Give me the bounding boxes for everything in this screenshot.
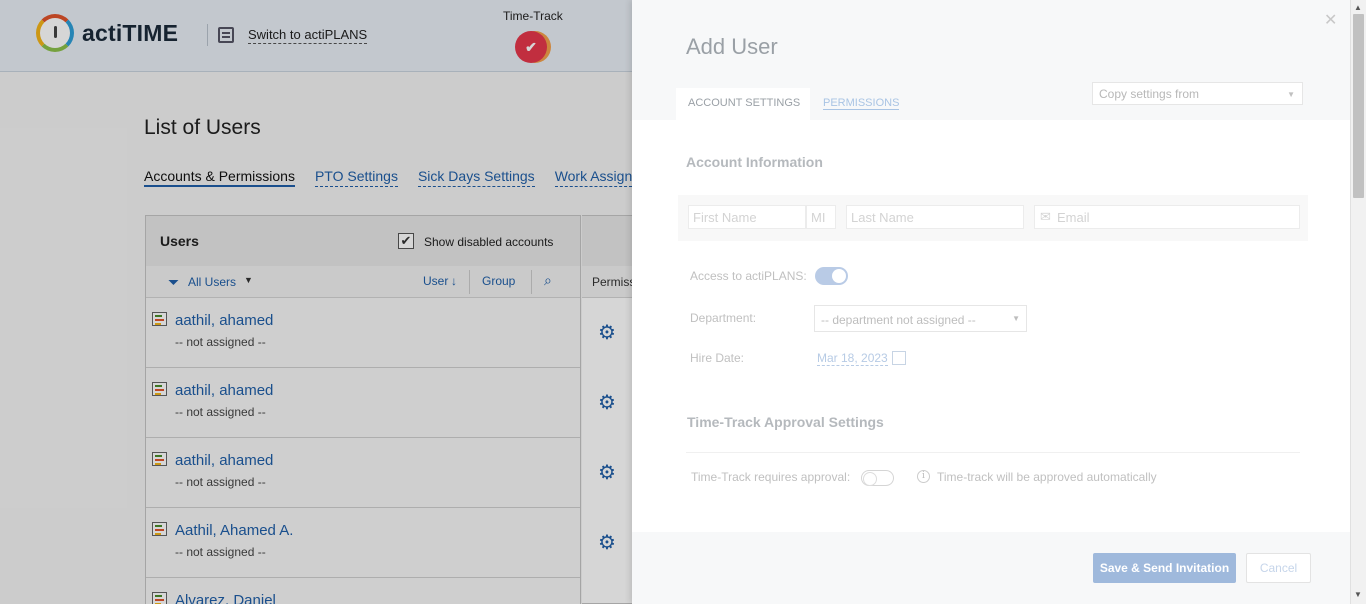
cancel-button[interactable]: Cancel	[1246, 553, 1311, 583]
add-user-panel: ✕ Add User ACCOUNT SETTINGS PERMISSIONS …	[632, 0, 1350, 604]
tab-permissions[interactable]: PERMISSIONS	[823, 97, 900, 110]
access-actiplans-toggle[interactable]	[815, 267, 848, 285]
last-name-placeholder: Last Name	[851, 210, 914, 225]
scrollbar-thumb[interactable]	[1353, 14, 1364, 198]
name-fields-row: First Name MI Last Name Email ✉	[678, 195, 1308, 241]
department-select[interactable]: -- department not assigned -- ▼	[814, 305, 1027, 332]
approval-settings-title: Time-Track Approval Settings	[687, 414, 884, 430]
first-name-placeholder: First Name	[693, 210, 757, 225]
approval-info-text: Time-track will be approved automaticall…	[937, 470, 1157, 484]
email-placeholder: Email	[1057, 210, 1090, 225]
email-field[interactable]: Email ✉	[1034, 205, 1300, 229]
tab-label: ACCOUNT SETTINGS	[688, 97, 801, 109]
middle-initial-field[interactable]: MI	[806, 205, 836, 229]
close-icon[interactable]: ✕	[1324, 10, 1337, 30]
middle-initial-placeholder: MI	[811, 210, 826, 225]
last-name-field[interactable]: Last Name	[846, 205, 1024, 229]
divider	[686, 452, 1300, 453]
scroll-up-icon[interactable]: ▲	[1354, 3, 1362, 12]
approval-required-label: Time-Track requires approval:	[691, 470, 851, 484]
tab-account-settings[interactable]: ACCOUNT SETTINGS	[676, 88, 810, 120]
vertical-scrollbar[interactable]: ▲ ▼	[1350, 0, 1366, 604]
access-actiplans-label: Access to actiPLANS:	[690, 269, 807, 283]
department-label: Department:	[690, 311, 757, 325]
copy-settings-placeholder: Copy settings from	[1099, 87, 1200, 101]
envelope-icon: ✉	[1040, 209, 1051, 224]
chevron-down-icon: ▼	[1012, 314, 1020, 323]
info-icon: i	[917, 470, 930, 483]
department-value: -- department not assigned --	[821, 313, 976, 327]
copy-settings-select[interactable]: Copy settings from ▼	[1092, 82, 1303, 105]
account-information-title: Account Information	[686, 154, 823, 170]
hire-date-value[interactable]: Mar 18, 2023	[817, 351, 888, 366]
chevron-down-icon: ▼	[1287, 90, 1295, 99]
hire-date-label: Hire Date:	[690, 351, 745, 365]
panel-title: Add User	[686, 34, 778, 59]
first-name-field[interactable]: First Name	[688, 205, 806, 229]
calendar-icon[interactable]	[892, 351, 906, 365]
scroll-down-icon[interactable]: ▼	[1354, 590, 1362, 599]
save-send-invitation-button[interactable]: Save & Send Invitation	[1093, 553, 1236, 583]
panel-footer: Save & Send Invitation Cancel	[632, 532, 1350, 604]
approval-required-toggle[interactable]	[861, 470, 894, 486]
